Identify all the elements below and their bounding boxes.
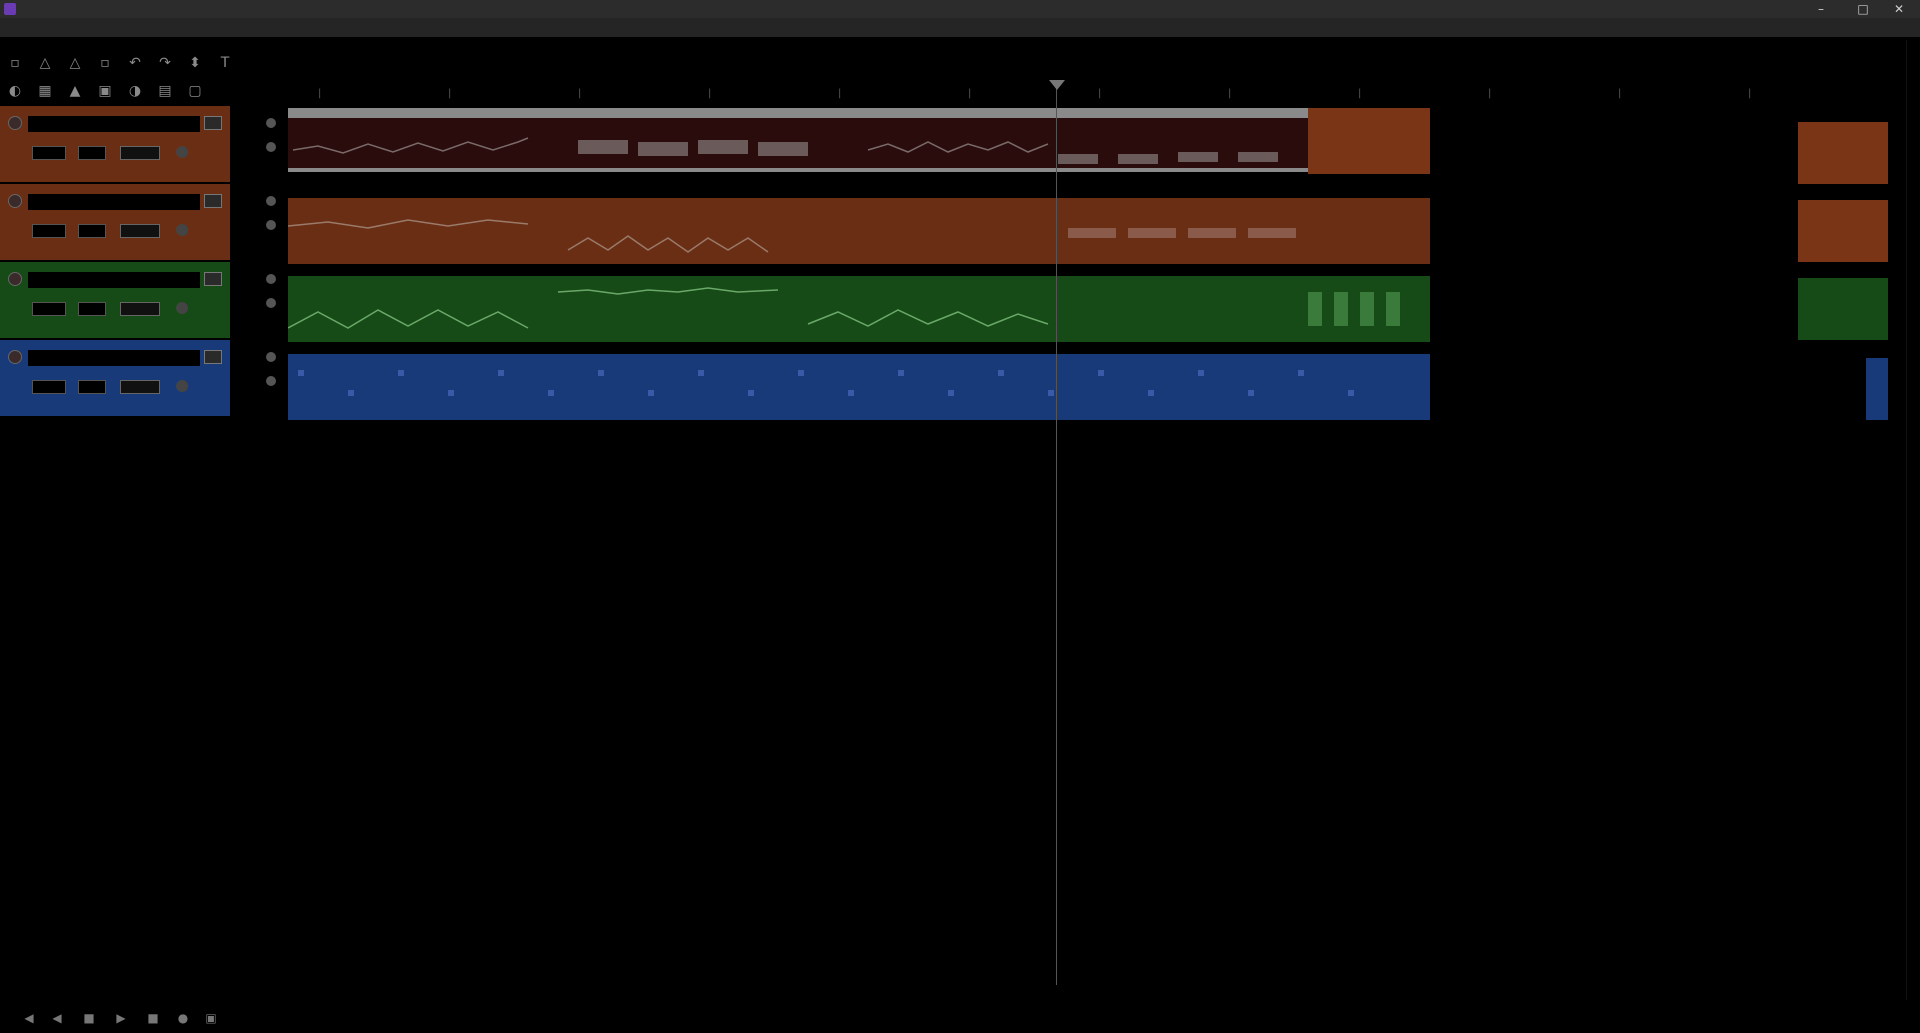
mini-track-preview [1798,278,1888,340]
secondary-toolbar: ◐ ▦ ▲ ▣ ◑ ▤ ▢ [0,78,240,104]
track-lane[interactable] [288,354,1430,420]
record-arm-button[interactable] [8,194,22,208]
close-button[interactable]: ✕ [1878,0,1920,18]
routing-button[interactable] [204,350,222,364]
fx-button[interactable] [120,224,160,238]
track-lane[interactable] [288,276,1430,342]
record-icon[interactable]: ● [176,1011,190,1025]
pan-control[interactable] [78,146,106,160]
track-header[interactable] [0,106,230,183]
playhead-marker-icon[interactable] [1049,80,1065,90]
stop-icon[interactable]: ■ [82,1011,96,1025]
volume-fader[interactable] [32,380,66,394]
envelope-toggle-icon[interactable] [266,118,276,128]
rewind-icon[interactable]: ◀ [50,1011,64,1025]
cursor-icon[interactable]: ⬍ [186,54,204,72]
mini-track-preview [1798,122,1888,184]
app-icon [4,3,16,15]
width-knob[interactable] [176,146,188,158]
project-settings-icon[interactable]: ▫ [96,54,114,72]
ruler-tick: | [708,88,712,99]
track-header[interactable] [0,184,230,261]
mini-track-preview [1866,358,1888,420]
repeat-icon[interactable]: ▣ [204,1011,218,1025]
ruler-tick: | [1488,88,1492,99]
item-tail[interactable] [1308,108,1430,174]
snap-icon[interactable]: ◑ [126,82,144,100]
item-waveform[interactable] [288,276,1430,342]
ruler-tick: | [578,88,582,99]
ruler-tick: | [968,88,972,99]
transport-bar: ◀ ◀ ■ ▶ ■ ● ▣ [0,1003,1920,1033]
pause-icon[interactable]: ■ [146,1011,160,1025]
vertical-scrollbar[interactable] [1906,40,1917,1000]
go-to-start-icon[interactable]: ◀ [22,1011,36,1025]
open-project-icon[interactable]: △ [36,54,54,72]
volume-fader[interactable] [32,302,66,316]
track-name-field[interactable] [28,116,200,132]
ruler-tick: | [1748,88,1752,99]
new-project-icon[interactable]: ▫ [6,54,24,72]
ripple-edit-icon[interactable]: ▤ [156,82,174,100]
save-project-icon[interactable]: △ [66,54,84,72]
mini-track-preview [1798,200,1888,262]
track-lane[interactable] [288,198,1430,264]
volume-fader[interactable] [32,224,66,238]
envelope-icon[interactable]: ▣ [96,82,114,100]
track-name-field[interactable] [28,350,200,366]
width-knob[interactable] [176,302,188,314]
pan-control[interactable] [78,302,106,316]
envelope-toggle-icon[interactable] [266,220,276,230]
fx-button[interactable] [120,146,160,160]
envelope-toggle-icon[interactable] [266,196,276,206]
title-bar: – □ ✕ [0,0,1920,18]
ruler-tick: | [1618,88,1622,99]
track-lane[interactable] [288,108,1308,174]
fx-button[interactable] [120,302,160,316]
envelope-toggle-icon[interactable] [266,352,276,362]
record-arm-button[interactable] [8,272,22,286]
record-arm-button[interactable] [8,350,22,364]
playhead-line[interactable] [1056,80,1057,985]
envelope-toggle-icon[interactable] [266,376,276,386]
width-knob[interactable] [176,224,188,236]
main-toolbar: ▫ △ △ ▫ ↶ ↷ ⬍ T [0,50,240,76]
undo-icon[interactable]: ↶ [126,54,144,72]
play-icon[interactable]: ▶ [114,1011,128,1025]
ruler-tick: | [1098,88,1102,99]
track-header[interactable] [0,340,230,417]
volume-fader[interactable] [32,146,66,160]
pan-control[interactable] [78,224,106,238]
track-name-field[interactable] [28,272,200,288]
redo-icon[interactable]: ↷ [156,54,174,72]
metronome-icon[interactable]: ◐ [6,82,24,100]
track-header[interactable] [0,262,230,339]
routing-button[interactable] [204,272,222,286]
menu-bar [0,18,1920,37]
track-name-field[interactable] [28,194,200,210]
routing-button[interactable] [204,194,222,208]
lock-icon[interactable]: ▲ [66,82,84,100]
item-midi-notes[interactable] [288,354,1430,420]
fx-button[interactable] [120,380,160,394]
minimize-button[interactable]: – [1800,0,1842,18]
ruler-tick: | [1358,88,1362,99]
grid-icon[interactable]: ▦ [36,82,54,100]
item-waveform[interactable] [288,108,1308,174]
envelope-toggle-icon[interactable] [266,142,276,152]
ruler-tick: | [448,88,452,99]
timeline-ruler[interactable]: | | | | | | | | | | | | [288,80,1920,106]
routing-button[interactable] [204,116,222,130]
ruler-tick: | [1228,88,1232,99]
item-waveform[interactable] [288,198,1430,264]
crossfade-icon[interactable]: ▢ [186,82,204,100]
ruler-tick: | [838,88,842,99]
envelope-toggle-icon[interactable] [266,274,276,284]
width-knob[interactable] [176,380,188,392]
envelope-toggle-icon[interactable] [266,298,276,308]
pan-control[interactable] [78,380,106,394]
text-tool-icon[interactable]: T [216,54,234,72]
ruler-tick: | [318,88,322,99]
record-arm-button[interactable] [8,116,22,130]
